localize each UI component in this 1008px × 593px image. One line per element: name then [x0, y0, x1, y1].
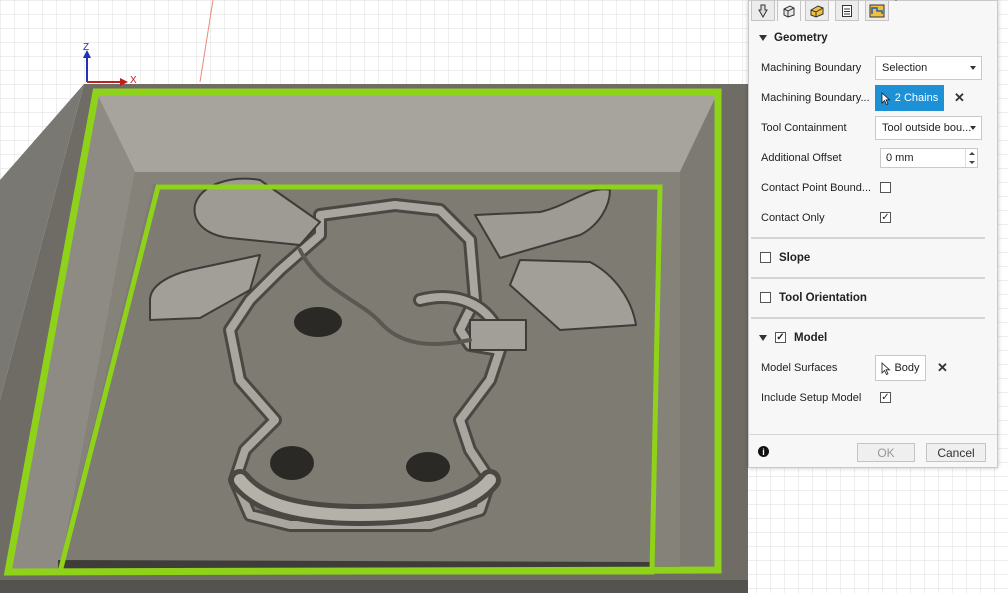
- ok-button[interactable]: OK: [857, 443, 915, 462]
- collapse-triangle-icon: [759, 35, 767, 41]
- hole-right: [406, 452, 450, 482]
- clear-model-surfaces-icon[interactable]: ✕: [937, 360, 948, 376]
- model-surfaces-value: Body: [894, 362, 920, 374]
- collapse-triangle-icon: [759, 335, 767, 341]
- additional-offset-label: Additional Offset: [761, 152, 842, 164]
- tab-tool[interactable]: [751, 1, 775, 21]
- heights-icon: [810, 4, 824, 18]
- stock-front-face: [0, 580, 748, 593]
- include-setup-label: Include Setup Model: [761, 392, 862, 404]
- model-surfaces-row: Model Surfaces Body ✕: [749, 355, 997, 381]
- additional-offset-input[interactable]: 0 mm: [880, 148, 978, 168]
- tool-containment-value: Tool outside bou...: [882, 122, 972, 134]
- slope-checkbox[interactable]: [760, 252, 771, 263]
- tool-containment-row: Tool Containment Tool outside bou...: [749, 115, 997, 141]
- check-icon: ✓: [881, 211, 890, 223]
- contact-only-checkbox[interactable]: ✓: [880, 212, 891, 223]
- tab-geometry[interactable]: [777, 1, 801, 21]
- clear-boundary-icon[interactable]: ✕: [954, 90, 965, 106]
- contact-only-label: Contact Only: [761, 212, 825, 224]
- contact-point-label: Contact Point Bound...: [761, 182, 872, 194]
- contact-only-row: Contact Only ✓: [749, 205, 997, 231]
- machining-boundary-row: Machining Boundary Selection: [749, 55, 997, 81]
- tool-orientation-section-header[interactable]: Tool Orientation: [749, 287, 997, 309]
- machining-boundary-select[interactable]: Selection: [875, 56, 982, 80]
- additional-offset-value: 0 mm: [886, 152, 914, 164]
- include-setup-row: Include Setup Model ✓: [749, 385, 997, 411]
- slope-section-header[interactable]: Slope: [749, 247, 997, 269]
- info-icon[interactable]: i: [758, 446, 769, 457]
- include-setup-checkbox[interactable]: ✓: [880, 392, 891, 403]
- check-icon: ✓: [881, 391, 890, 403]
- stepper-down-icon[interactable]: [969, 161, 975, 164]
- axis-z-label: Z: [83, 42, 90, 53]
- chevron-down-icon: [970, 66, 976, 70]
- boundary-selection-row: Machining Boundary... 2 Chains ✕: [749, 85, 997, 111]
- tool-containment-select[interactable]: Tool outside bou...: [875, 116, 982, 140]
- offset-stepper[interactable]: [965, 149, 977, 167]
- tab-passes[interactable]: [835, 1, 859, 21]
- geometry-title: Geometry: [774, 32, 828, 44]
- cursor-arrow-icon: [881, 91, 891, 105]
- model-title: Model: [794, 332, 828, 344]
- passes-icon: [842, 4, 852, 17]
- dialog-footer: i OK Cancel: [749, 434, 997, 468]
- model-checkbox[interactable]: ✓: [775, 332, 786, 343]
- tool-orientation-title: Tool Orientation: [779, 292, 867, 304]
- cancel-button[interactable]: Cancel: [926, 443, 986, 462]
- axis-x-label: X: [130, 75, 137, 86]
- model-section-header[interactable]: ✓ Model: [749, 327, 997, 349]
- linking-icon: [869, 4, 885, 17]
- tool-icon: [758, 4, 768, 18]
- chevron-down-icon: [970, 126, 976, 130]
- machining-boundary-label: Machining Boundary: [761, 62, 862, 74]
- stepper-up-icon[interactable]: [969, 152, 975, 155]
- tab-linking[interactable]: [865, 1, 889, 21]
- pocket-right-wall: [680, 92, 718, 570]
- boundary-selection-value: 2 Chains: [894, 92, 939, 104]
- model-surfaces-label: Model Surfaces: [761, 362, 838, 374]
- additional-offset-row: Additional Offset 0 mm: [749, 145, 997, 171]
- hole-left: [270, 446, 314, 480]
- tab-extra-glyph: °: [894, 0, 898, 8]
- section-divider: [751, 237, 985, 239]
- tab-heights[interactable]: [805, 1, 829, 21]
- section-divider: [751, 277, 985, 279]
- operation-dialog: ° Geometry Machining Boundary Selection …: [748, 0, 998, 468]
- boundary-selection-button[interactable]: 2 Chains: [875, 85, 944, 111]
- check-icon: ✓: [776, 331, 785, 343]
- contact-point-checkbox[interactable]: [880, 182, 891, 193]
- geometry-icon: [783, 5, 795, 18]
- contact-point-row: Contact Point Bound...: [749, 175, 997, 201]
- slope-title: Slope: [779, 252, 811, 264]
- pocket-back-wall: [96, 92, 718, 172]
- section-divider: [751, 317, 985, 319]
- model-surfaces-button[interactable]: Body: [875, 355, 926, 381]
- dialog-tabs: °: [749, 0, 997, 21]
- cursor-arrow-icon: [882, 361, 891, 375]
- hole-top: [294, 307, 342, 337]
- boundary-selection-label: Machining Boundary...: [761, 92, 870, 104]
- tool-containment-label: Tool Containment: [761, 122, 847, 134]
- tool-orientation-checkbox[interactable]: [760, 292, 771, 303]
- machining-boundary-value: Selection: [882, 62, 928, 74]
- geometry-section-header[interactable]: Geometry: [749, 27, 997, 49]
